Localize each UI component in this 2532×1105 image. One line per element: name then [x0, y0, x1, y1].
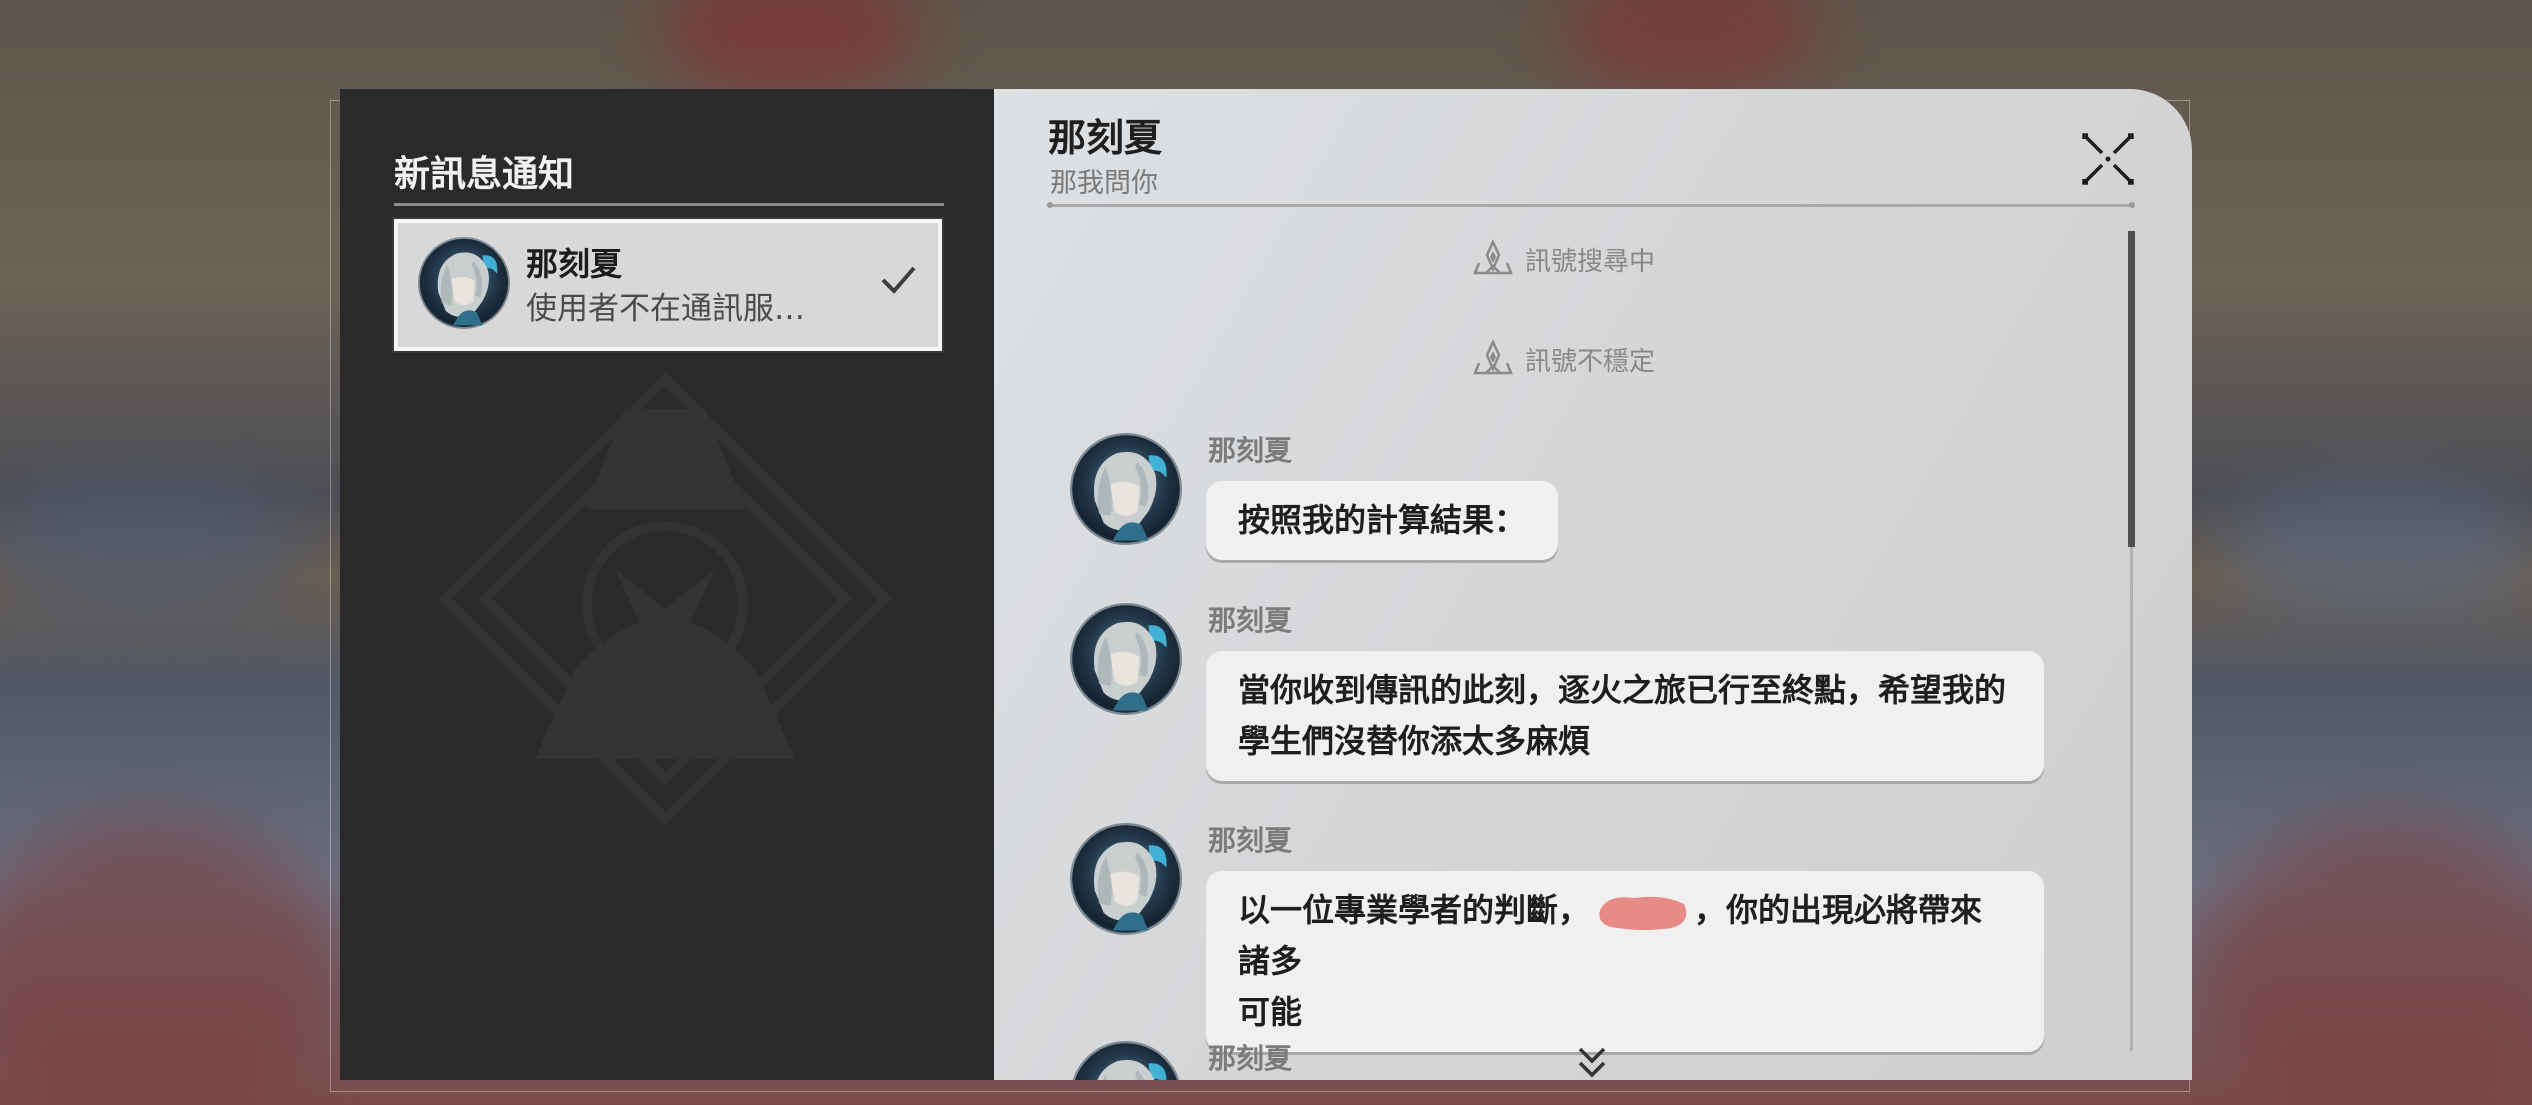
notification-sender-name: 那刻夏 — [526, 245, 623, 283]
checkmark-icon — [881, 266, 916, 294]
contact-avatar — [418, 237, 510, 329]
redaction-mark — [1599, 896, 1687, 930]
sender-name: 那刻夏 — [1208, 434, 1293, 467]
notification-preview-text: 使用者不在通訊服… — [526, 291, 805, 327]
message-line: 當你收到傳訊的此刻，逐火之旅已行至終點，希望我的 — [1238, 671, 2007, 709]
sender-avatar — [1070, 603, 1182, 715]
system-message-text: 訊號搜尋中 — [1524, 246, 1655, 277]
sender-name: 那刻夏 — [1208, 604, 1293, 637]
system-message: 訊號不穩定 — [994, 339, 2134, 383]
sender-name: 那刻夏 — [1208, 1042, 1293, 1075]
sender-name: 那刻夏 — [1208, 824, 1293, 857]
message-bubble: 按照我的計算結果： — [1206, 481, 1559, 560]
message-line: 可能 — [1238, 993, 1303, 1031]
message-line: 以一位專業學者的判斷， ，你的出現必將帶來諸多 — [1238, 885, 2012, 987]
sender-avatar — [1070, 823, 1182, 935]
emblem-watermark — [437, 371, 893, 827]
chat-contact-signature: 那我問你 — [1050, 168, 1158, 199]
signal-beacon-icon — [1473, 339, 1513, 379]
sender-avatar — [1070, 1041, 1182, 1080]
message-bubble: 當你收到傳訊的此刻，逐火之旅已行至終點，希望我的 學生們沒替你添太多麻煩 — [1206, 651, 2044, 781]
message-text-before: 以一位專業學者的判斷， — [1238, 891, 1591, 929]
divider — [1047, 202, 2135, 208]
system-message: 訊號搜尋中 — [994, 239, 2134, 283]
double-chevron-down-icon — [1578, 1047, 1606, 1078]
divider — [394, 203, 944, 206]
scrollbar-thumb[interactable] — [2128, 231, 2135, 547]
chat-contact-name: 那刻夏 — [1048, 116, 1163, 160]
signal-beacon-icon — [1473, 239, 1513, 279]
close-button[interactable] — [2080, 131, 2136, 187]
message-line: 學生們沒替你添太多麻煩 — [1238, 722, 1591, 760]
sender-avatar — [1070, 433, 1182, 545]
system-message-text: 訊號不穩定 — [1524, 346, 1655, 377]
notification-panel: 新訊息通知 那刻夏 使用者不在通訊服… — [340, 89, 994, 1080]
chat-panel: 那刻夏 那我問你 訊號搜尋中 訊號不穩定 那刻夏 按照我的計算結果： 那刻夏 當… — [994, 89, 2192, 1080]
message-bubble: 以一位專業學者的判斷， ，你的出現必將帶來諸多 可能 — [1206, 871, 2044, 1052]
notification-panel-title: 新訊息通知 — [394, 154, 575, 195]
notification-item-selected[interactable]: 那刻夏 使用者不在通訊服… — [394, 219, 942, 351]
scroll-down-button[interactable] — [1574, 1041, 1610, 1080]
